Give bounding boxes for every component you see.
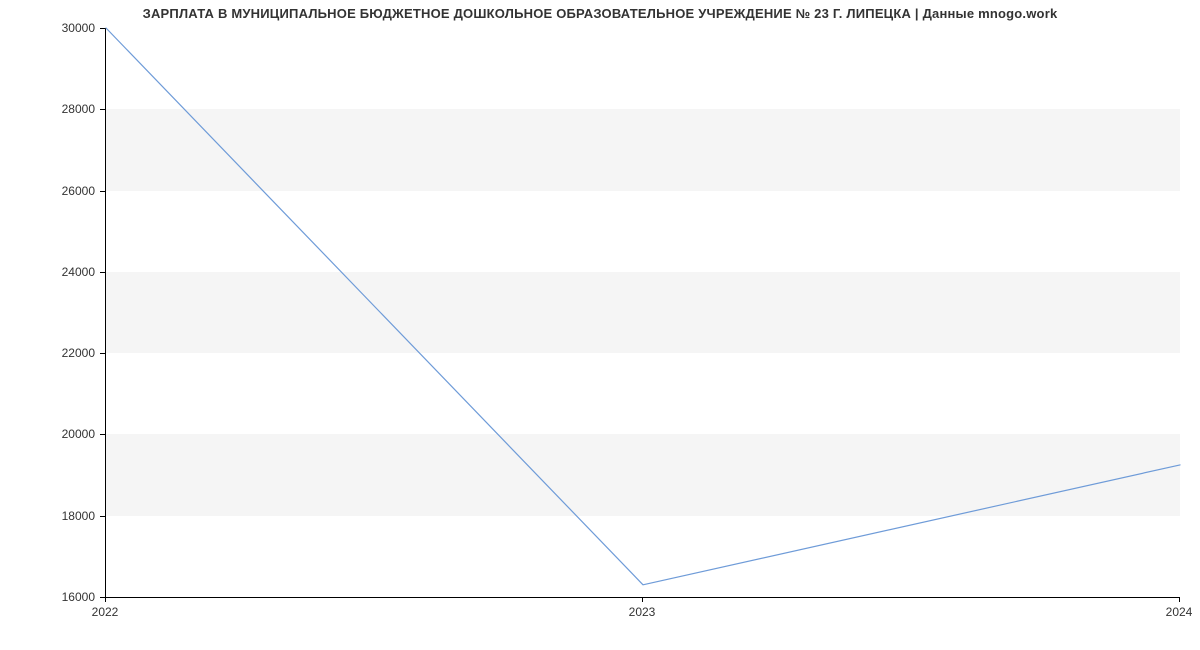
plot-area [105, 28, 1180, 598]
chart-title: ЗАРПЛАТА В МУНИЦИПАЛЬНОЕ БЮДЖЕТНОЕ ДОШКО… [0, 6, 1200, 21]
y-tick-mark [100, 28, 105, 29]
x-tick-label: 2024 [1166, 605, 1193, 619]
y-tick-label: 16000 [0, 590, 95, 604]
x-tick-mark [105, 597, 106, 602]
y-tick-mark [100, 191, 105, 192]
y-tick-label: 28000 [0, 102, 95, 116]
y-tick-mark [100, 353, 105, 354]
y-tick-label: 26000 [0, 184, 95, 198]
y-tick-label: 24000 [0, 265, 95, 279]
series-line-salary [106, 28, 1180, 585]
x-tick-mark [1179, 597, 1180, 602]
salary-line-chart: ЗАРПЛАТА В МУНИЦИПАЛЬНОЕ БЮДЖЕТНОЕ ДОШКО… [0, 0, 1200, 650]
x-tick-label: 2022 [92, 605, 119, 619]
y-tick-mark [100, 516, 105, 517]
x-tick-label: 2023 [629, 605, 656, 619]
y-tick-label: 22000 [0, 346, 95, 360]
y-tick-mark [100, 109, 105, 110]
x-tick-mark [642, 597, 643, 602]
y-tick-mark [100, 434, 105, 435]
line-layer [106, 28, 1180, 597]
y-tick-mark [100, 272, 105, 273]
y-tick-label: 18000 [0, 509, 95, 523]
y-tick-label: 20000 [0, 427, 95, 441]
y-tick-label: 30000 [0, 21, 95, 35]
